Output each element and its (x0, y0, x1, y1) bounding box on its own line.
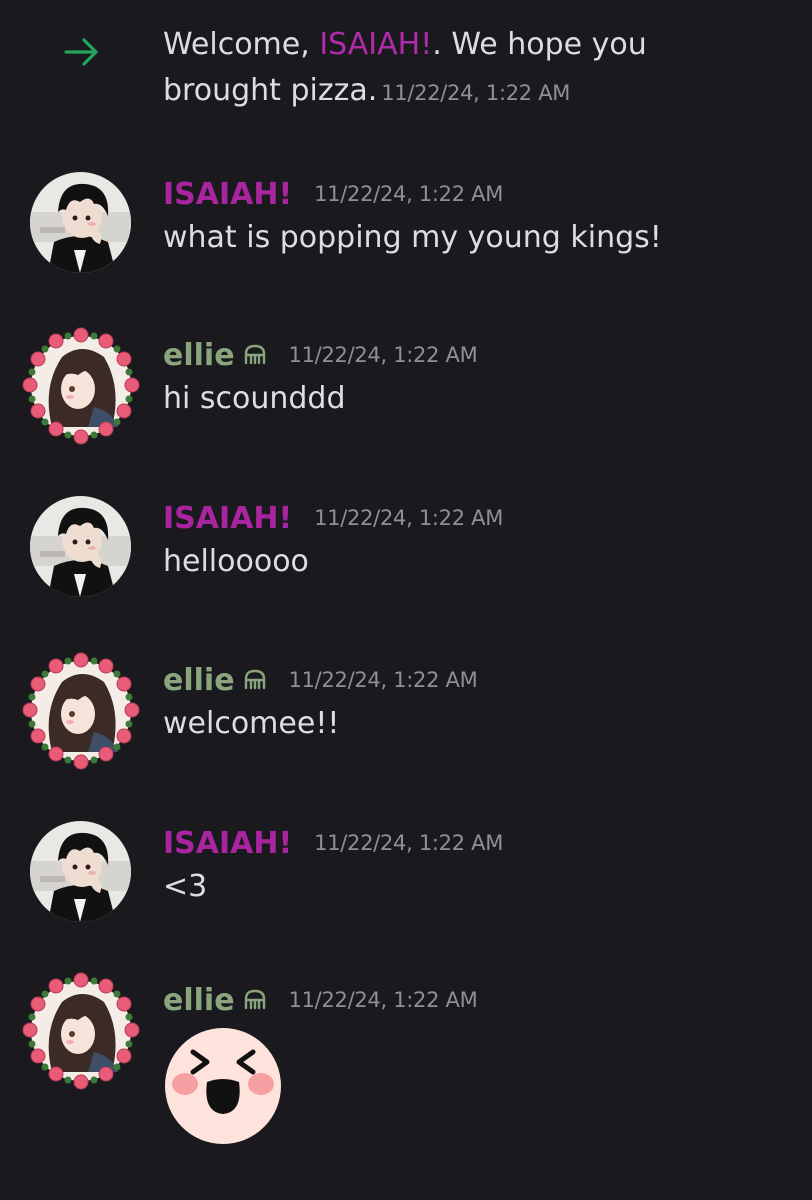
message-item: ellie 11/22/24, 1:22 AM (0, 972, 812, 1178)
username-ellie[interactable]: ellie (163, 663, 235, 698)
message-timestamp[interactable]: 11/22/24, 1:22 AM (314, 182, 503, 206)
system-join-message: Welcome, ISAIAH!. We hope you brought pi… (0, 18, 812, 118)
avatar-ellie[interactable] (22, 327, 140, 445)
message-text: hellooooo (163, 544, 309, 579)
message-item: ellie 11/22/24, 1:22 AM hi scounddd (0, 327, 812, 473)
welcome-username[interactable]: ISAIAH! (319, 27, 432, 62)
guild-tag-icon[interactable] (243, 668, 267, 692)
system-join-text: Welcome, ISAIAH!. We hope you brought pi… (163, 22, 763, 116)
message-text: hi scounddd (163, 381, 346, 416)
avatar-ellie[interactable] (22, 972, 140, 1090)
message-item: ISAIAH! 11/22/24, 1:22 AM <3 (0, 821, 812, 961)
welcome-prefix: Welcome, (163, 27, 320, 62)
message-item: ISAIAH! 11/22/24, 1:22 AM hellooooo (0, 496, 812, 636)
avatar-isaiah[interactable] (30, 496, 131, 597)
guild-tag-icon[interactable] (243, 343, 267, 367)
message-header: ISAIAH! 11/22/24, 1:22 AM (163, 496, 503, 540)
username-isaiah[interactable]: ISAIAH! (163, 501, 292, 536)
message-text: <3 (163, 869, 208, 904)
message-timestamp[interactable]: 11/22/24, 1:22 AM (289, 668, 478, 692)
username-ellie[interactable]: ellie (163, 338, 235, 373)
guild-tag-icon[interactable] (243, 988, 267, 1012)
message-header: ISAIAH! 11/22/24, 1:22 AM (163, 172, 503, 216)
avatar-isaiah[interactable] (30, 172, 131, 273)
avatar-ellie[interactable] (22, 652, 140, 770)
username-isaiah[interactable]: ISAIAH! (163, 177, 292, 212)
avatar-isaiah[interactable] (30, 821, 131, 922)
message-item: ellie 11/22/24, 1:22 AM welcomee!! (0, 652, 812, 798)
username-ellie[interactable]: ellie (163, 983, 235, 1018)
message-text: welcomee!! (163, 706, 340, 741)
message-timestamp[interactable]: 11/22/24, 1:22 AM (289, 988, 478, 1012)
message-item: ISAIAH! 11/22/24, 1:22 AM what is poppin… (0, 172, 812, 312)
system-timestamp[interactable]: 11/22/24, 1:22 AM (381, 81, 570, 105)
username-isaiah[interactable]: ISAIAH! (163, 826, 292, 861)
chat-log: Welcome, ISAIAH!. We hope you brought pi… (0, 0, 812, 1200)
message-timestamp[interactable]: 11/22/24, 1:22 AM (314, 831, 503, 855)
message-timestamp[interactable]: 11/22/24, 1:22 AM (314, 506, 503, 530)
join-arrow-icon (64, 38, 98, 66)
message-header: ISAIAH! 11/22/24, 1:22 AM (163, 821, 503, 865)
excited-pink-face-emoji[interactable] (163, 1026, 283, 1146)
message-text: what is popping my young kings! (163, 220, 662, 255)
message-header: ellie 11/22/24, 1:22 AM (163, 658, 478, 702)
message-header: ellie 11/22/24, 1:22 AM (163, 333, 478, 377)
message-timestamp[interactable]: 11/22/24, 1:22 AM (289, 343, 478, 367)
message-header: ellie 11/22/24, 1:22 AM (163, 978, 478, 1022)
